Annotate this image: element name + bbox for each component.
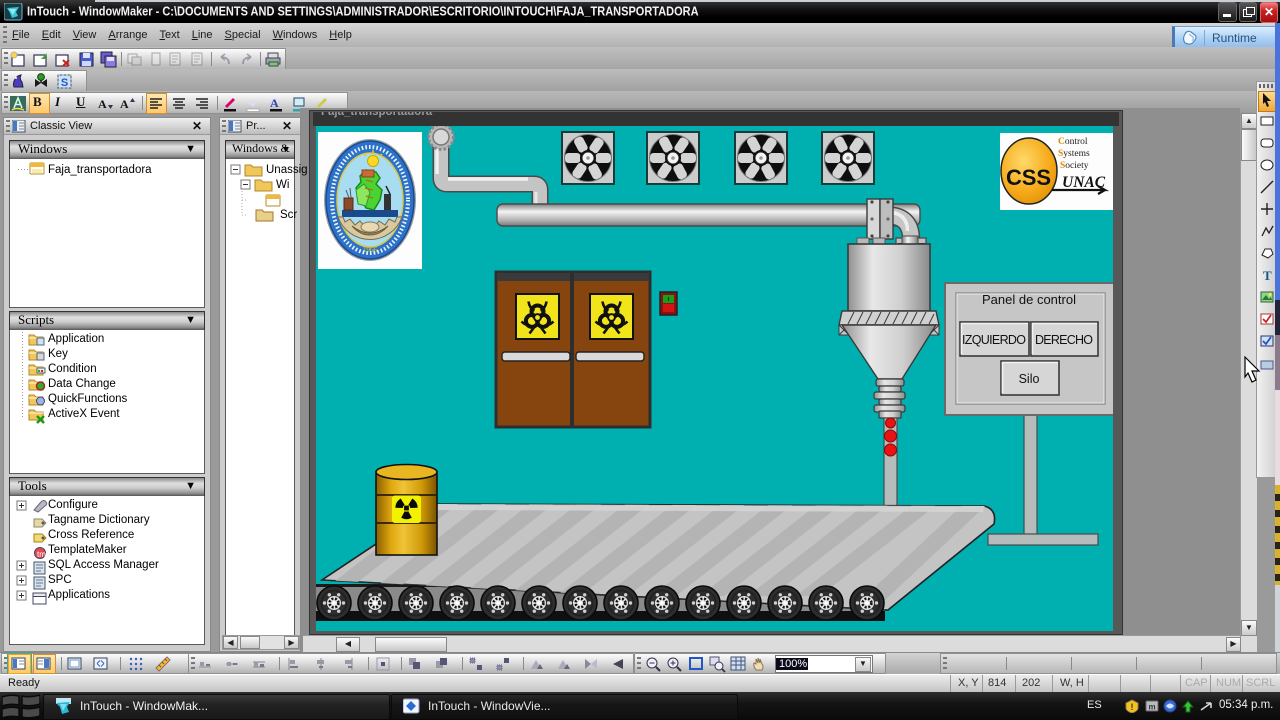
svg-text:A: A	[98, 97, 107, 111]
svg-text:m: m	[1148, 703, 1155, 712]
svg-text:Silo: Silo	[1019, 372, 1040, 386]
svg-text:tm: tm	[37, 550, 46, 559]
svg-text:IZQUIERDO: IZQUIERDO	[962, 333, 1026, 347]
svg-text:S: S	[61, 77, 68, 89]
svg-text:CSS: CSS	[1006, 165, 1051, 190]
svg-text:Systems: Systems	[1058, 149, 1090, 159]
svg-text:Society: Society	[1060, 161, 1089, 171]
svg-text:Control: Control	[1058, 137, 1088, 147]
svg-text:Panel de control: Panel de control	[982, 292, 1076, 307]
svg-text:A: A	[120, 97, 129, 111]
svg-text:A: A	[270, 96, 279, 110]
svg-text:1966: 1966	[363, 246, 378, 254]
svg-text:!: !	[1131, 702, 1134, 712]
svg-text:DERECHO: DERECHO	[1035, 333, 1093, 347]
svg-text:UNAC: UNAC	[1062, 174, 1106, 191]
